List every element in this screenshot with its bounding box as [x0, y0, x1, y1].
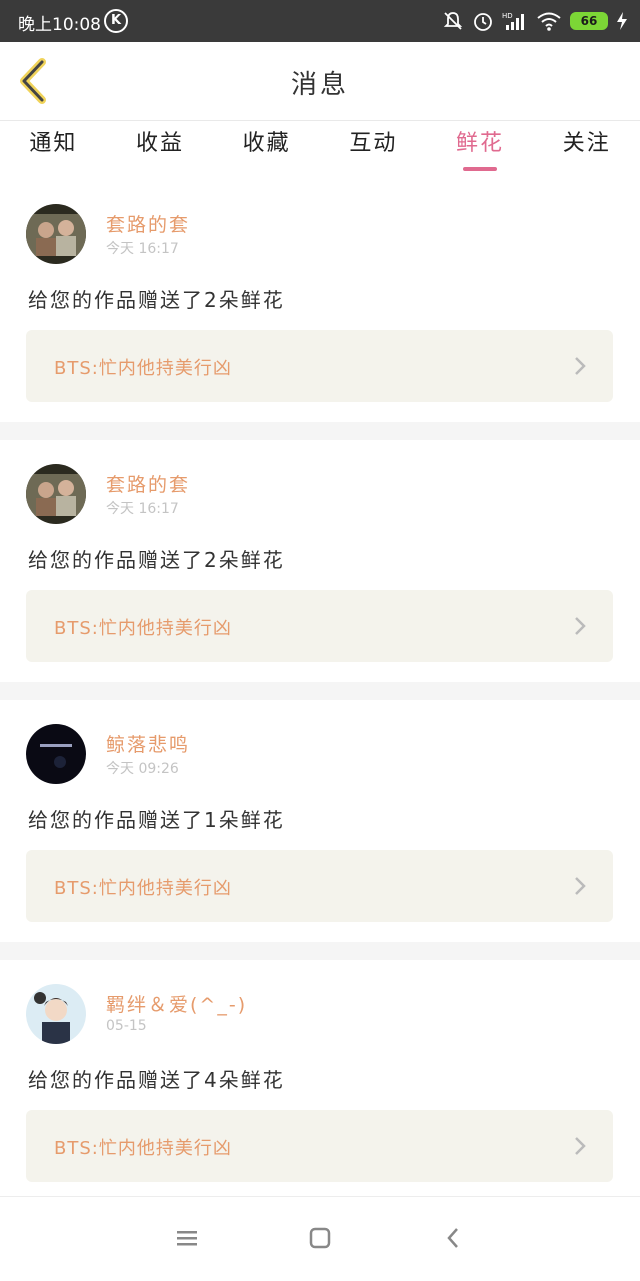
back-chevron-icon[interactable] — [441, 1225, 467, 1251]
charging-bolt-icon — [617, 12, 627, 30]
tab-notification[interactable]: 通知 — [0, 121, 107, 179]
message-card: 鲸落悲鸣 今天 09:26 给您的作品赠送了1朵鲜花 BTS:忙内他持美行凶 — [0, 700, 640, 942]
tab-label: 关注 — [562, 131, 611, 156]
svg-text:HD: HD — [502, 12, 513, 20]
status-bar: 晚上10:08 K HD 66 — [0, 0, 640, 42]
chevron-right-icon — [575, 1137, 586, 1155]
page-title: 消息 — [290, 70, 349, 100]
username[interactable]: 套路的套 — [106, 470, 190, 497]
tab-earnings[interactable]: 收益 — [107, 121, 214, 179]
tab-label: 收益 — [136, 131, 185, 156]
work-title: BTS:忙内他持美行凶 — [54, 618, 232, 639]
status-time: 晚上10:08 — [18, 15, 101, 35]
avatar[interactable] — [26, 984, 86, 1044]
timestamp: 今天 16:17 — [106, 241, 179, 257]
work-link[interactable]: BTS:忙内他持美行凶 — [26, 850, 613, 922]
alarm-icon — [474, 13, 492, 31]
tab-interaction[interactable]: 互动 — [320, 121, 427, 179]
work-title: BTS:忙内他持美行凶 — [54, 358, 232, 379]
message-card: 套路的套 今天 16:17 给您的作品赠送了2朵鲜花 BTS:忙内他持美行凶 — [0, 180, 640, 422]
tab-follow[interactable]: 关注 — [533, 121, 640, 179]
tab-label: 收藏 — [242, 131, 291, 156]
work-link[interactable]: BTS:忙内他持美行凶 — [26, 590, 613, 662]
chevron-right-icon — [575, 617, 586, 635]
message-text: 给您的作品赠送了2朵鲜花 — [28, 288, 285, 312]
header: 消息 — [0, 42, 640, 121]
username[interactable]: 羁绊＆爱(^_-) — [106, 990, 247, 1017]
timestamp: 05-15 — [106, 1018, 147, 1034]
username[interactable]: 套路的套 — [106, 210, 190, 237]
tab-bar: 通知 收益 收藏 互动 鲜花 关注 — [0, 121, 640, 179]
avatar[interactable] — [26, 204, 86, 264]
status-icons: HD 66 — [442, 8, 628, 34]
tab-label: 鲜花 — [456, 131, 505, 156]
wifi-icon — [537, 12, 561, 31]
tab-label: 互动 — [349, 131, 398, 156]
username[interactable]: 鲸落悲鸣 — [106, 730, 190, 757]
tab-label: 通知 — [29, 131, 78, 156]
timestamp: 今天 16:17 — [106, 501, 179, 517]
home-square-icon[interactable] — [307, 1225, 333, 1251]
chevron-right-icon — [575, 877, 586, 895]
battery-icon: 66 — [570, 12, 608, 30]
tab-favorites[interactable]: 收藏 — [213, 121, 320, 179]
card-divider — [0, 682, 640, 700]
card-divider — [0, 422, 640, 440]
menu-icon[interactable] — [174, 1225, 200, 1251]
mute-bell-icon — [443, 12, 463, 30]
message-card: 套路的套 今天 16:17 给您的作品赠送了2朵鲜花 BTS:忙内他持美行凶 — [0, 440, 640, 682]
tab-flowers[interactable]: 鲜花 — [427, 121, 534, 179]
message-text: 给您的作品赠送了1朵鲜花 — [28, 808, 285, 832]
avatar[interactable] — [26, 724, 86, 784]
hd-signal-icon: HD — [502, 12, 524, 30]
work-title: BTS:忙内他持美行凶 — [54, 1138, 232, 1159]
work-link[interactable]: BTS:忙内他持美行凶 — [26, 330, 613, 402]
work-link[interactable]: BTS:忙内他持美行凶 — [26, 1110, 613, 1182]
chevron-right-icon — [575, 357, 586, 375]
message-text: 给您的作品赠送了4朵鲜花 — [28, 1068, 285, 1092]
message-text: 给您的作品赠送了2朵鲜花 — [28, 548, 285, 572]
card-divider — [0, 942, 640, 960]
avatar[interactable] — [26, 464, 86, 524]
timestamp: 今天 09:26 — [106, 761, 179, 777]
tab-underline — [463, 167, 498, 171]
system-nav-bar — [0, 1196, 640, 1281]
k-badge-icon: K — [104, 9, 128, 33]
work-title: BTS:忙内他持美行凶 — [54, 878, 232, 899]
message-card: 羁绊＆爱(^_-) 05-15 给您的作品赠送了4朵鲜花 BTS:忙内他持美行凶 — [0, 960, 640, 1202]
